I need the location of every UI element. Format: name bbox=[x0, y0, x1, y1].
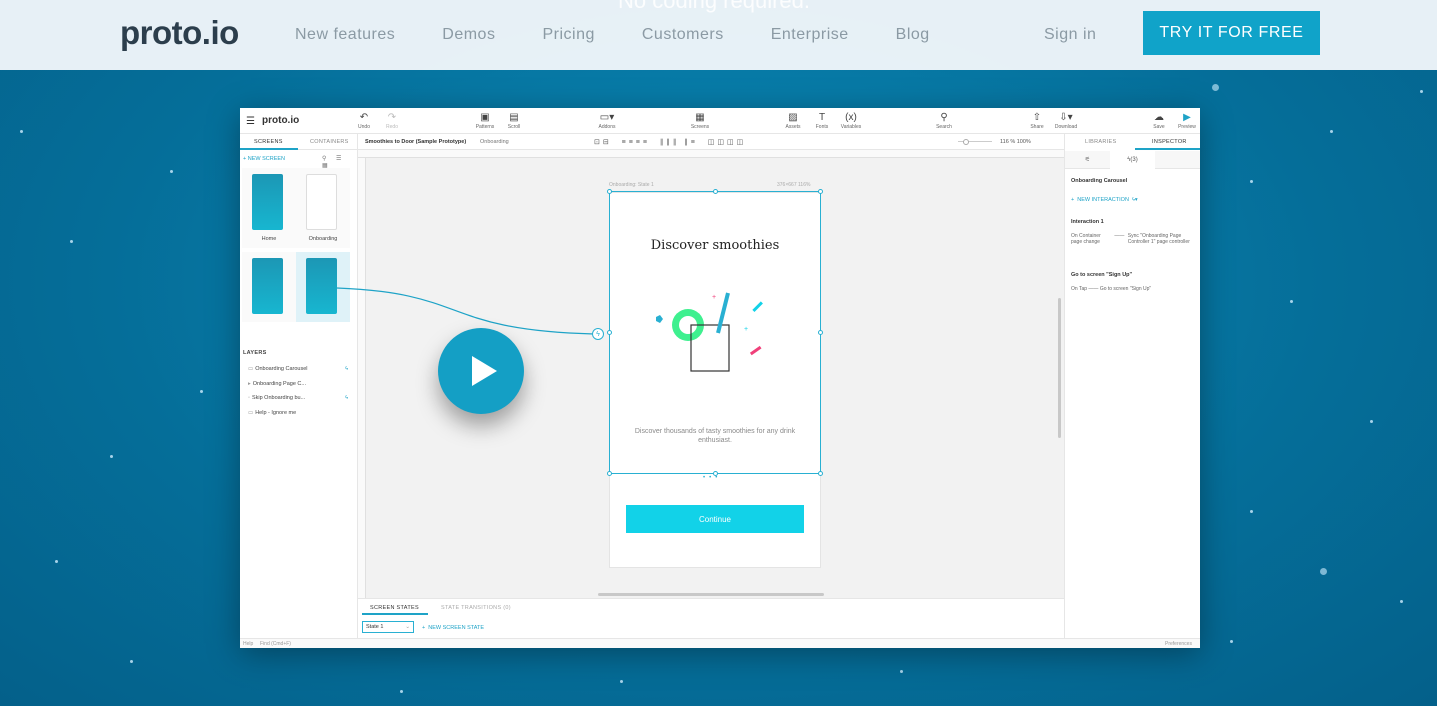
nav-link-customers[interactable]: Customers bbox=[642, 26, 724, 44]
site-logo[interactable]: proto.io bbox=[120, 14, 239, 52]
top-navigation: No coding required. proto.io New feature… bbox=[0, 0, 1437, 70]
app-screenshot-window: ☰ proto.io ↶ Undo ↷ Redo ▣ Patterns ▤ Scroll… bbox=[240, 108, 1200, 648]
play-video-button[interactable] bbox=[438, 328, 524, 414]
hero-ghost-text: No coding required. bbox=[618, 0, 811, 13]
nav-link-demos[interactable]: Demos bbox=[442, 26, 495, 44]
nav-link-blog[interactable]: Blog bbox=[896, 26, 930, 44]
interaction-link-icon[interactable]: ϟ bbox=[592, 328, 604, 340]
nav-link-new-features[interactable]: New features bbox=[295, 26, 395, 44]
play-icon bbox=[472, 356, 497, 386]
sign-in-link[interactable]: Sign in bbox=[1044, 26, 1096, 44]
nav-link-enterprise[interactable]: Enterprise bbox=[771, 26, 849, 44]
nav-link-pricing[interactable]: Pricing bbox=[542, 26, 594, 44]
nav-links: New features Demos Pricing Customers Ent… bbox=[295, 26, 930, 44]
try-it-free-button[interactable]: TRY IT FOR FREE bbox=[1143, 11, 1320, 55]
interaction-connector bbox=[336, 287, 595, 335]
